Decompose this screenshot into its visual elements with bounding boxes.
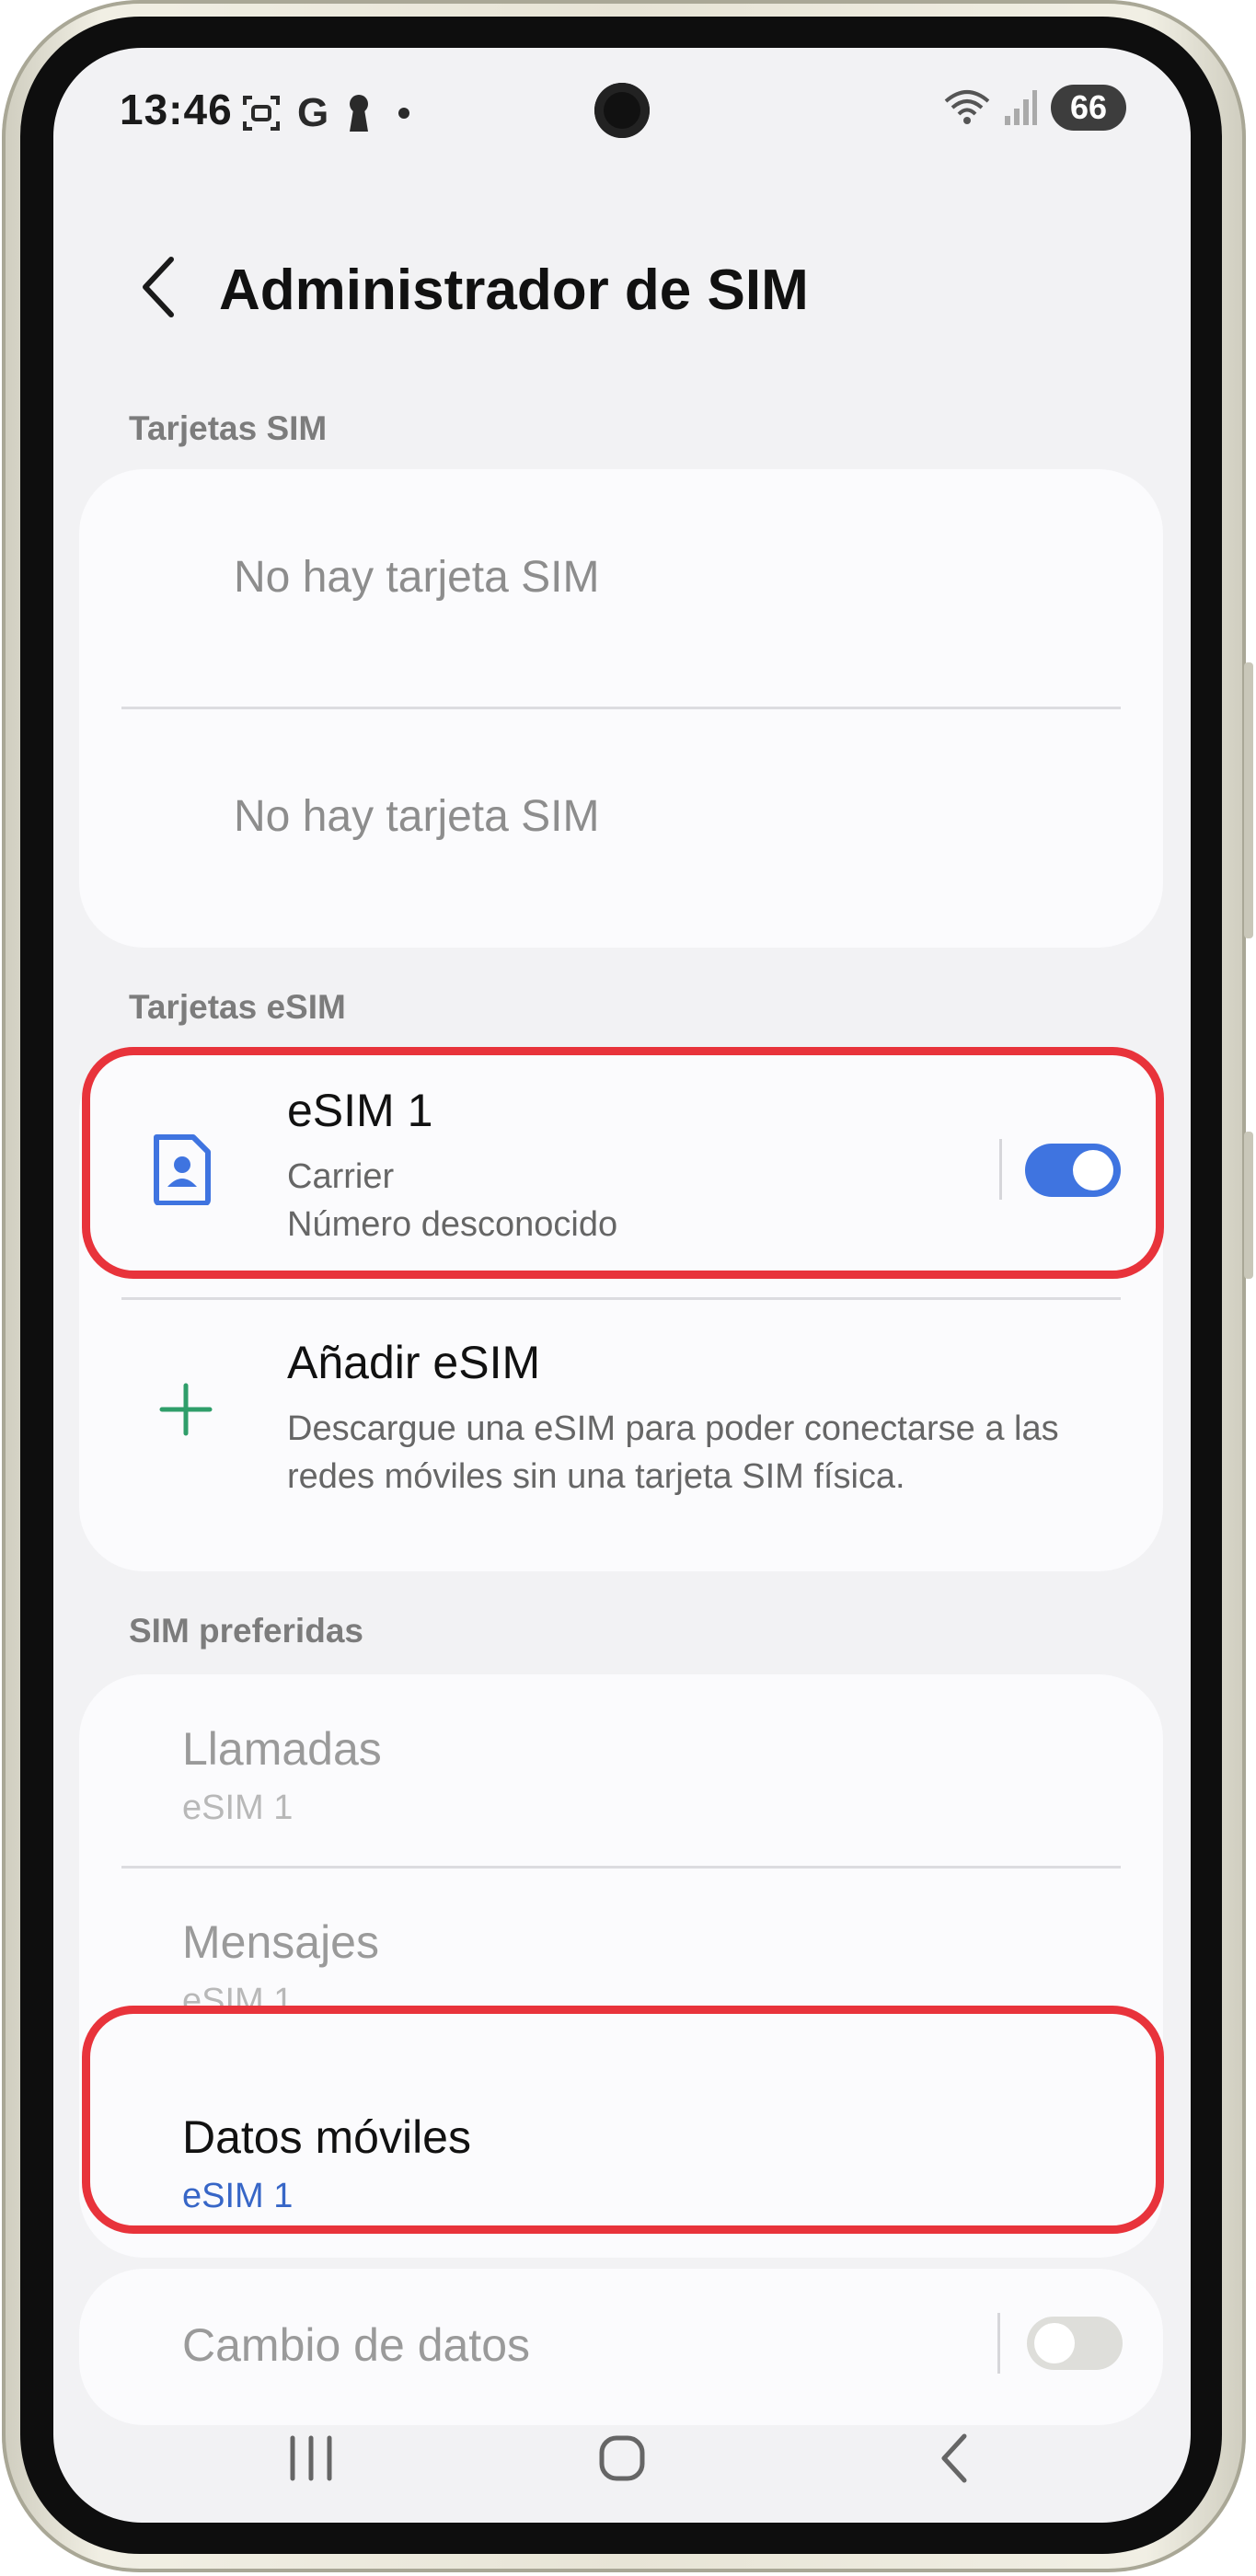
volume-button [1244, 662, 1253, 938]
sim-slot-1-label: No hay tarjeta SIM [234, 553, 600, 602]
status-bar: 13:46 G 66 [53, 48, 1191, 177]
divider [121, 707, 1121, 709]
messages-title: Mensajes [182, 1916, 379, 1968]
section-label-sim-cards: Tarjetas SIM [129, 409, 328, 447]
add-esim-description-line2: redes móviles sin una tarjeta SIM física… [287, 1457, 905, 1496]
data-switch-toggle[interactable] [1027, 2317, 1123, 2370]
sim-slot-2-label: No hay tarjeta SIM [234, 792, 600, 841]
screenshot-icon [243, 96, 280, 131]
vertical-separator [997, 2313, 1000, 2374]
mobile-data-highlight-box [82, 2006, 1164, 2234]
keyhole-icon [350, 95, 369, 132]
back-icon[interactable] [928, 2431, 983, 2486]
dot-indicator-icon [398, 108, 410, 119]
status-notification-icons: G [242, 90, 410, 136]
home-icon[interactable] [594, 2431, 650, 2486]
recent-apps-icon[interactable] [283, 2431, 339, 2486]
signal-icon [1005, 90, 1037, 125]
calls-value: eSIM 1 [182, 1788, 294, 1827]
wifi-icon [944, 90, 990, 124]
plus-icon [159, 1383, 213, 1436]
google-g-icon: G [297, 90, 329, 135]
section-label-preferred-sim: SIM preferidas [129, 1612, 363, 1650]
front-camera [594, 83, 650, 138]
add-esim-row[interactable]: Añadir eSIM Descargue una eSIM para pode… [79, 1299, 1163, 1571]
status-time: 13:46 [120, 86, 233, 133]
back-button[interactable] [127, 250, 191, 324]
calls-title: Llamadas [182, 1723, 382, 1775]
data-switch-card[interactable]: Cambio de datos [79, 2269, 1163, 2425]
data-switch-title: Cambio de datos [182, 2319, 531, 2371]
navigation-bar [53, 2403, 1191, 2513]
add-esim-title: Añadir eSIM [287, 1337, 541, 1388]
toggle-knob [1034, 2323, 1075, 2363]
page-title: Administrador de SIM [219, 259, 809, 322]
divider [121, 1866, 1121, 1869]
app-header: Administrador de SIM [53, 241, 1191, 333]
battery-indicator: 66 [1051, 85, 1126, 131]
add-esim-description-line1: Descargue una eSIM para poder conectarse… [287, 1409, 1059, 1448]
status-system-icons: 66 [944, 85, 1126, 131]
chevron-left-icon [143, 257, 174, 317]
section-label-esim-cards: Tarjetas eSIM [129, 988, 346, 1026]
sim-cards-card: No hay tarjeta SIM No hay tarjeta SIM [79, 469, 1163, 948]
esim1-highlight-box [82, 1047, 1164, 1279]
power-button [1244, 1132, 1253, 1279]
screen: 13:46 G 66 Administrador de SIM Tarjetas… [53, 48, 1191, 2523]
calls-row: Llamadas eSIM 1 [79, 1674, 1163, 1868]
